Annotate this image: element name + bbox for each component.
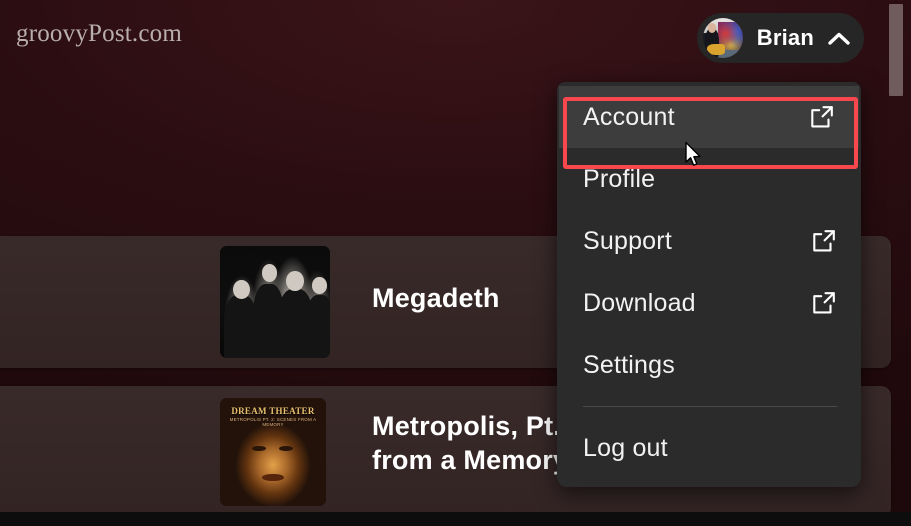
scrollbar-track[interactable] <box>889 0 911 526</box>
menu-item-support[interactable]: Support <box>557 210 861 272</box>
chevron-up-icon <box>828 32 850 45</box>
menu-item-label: Log out <box>583 433 668 462</box>
album-thumbnail <box>220 246 330 358</box>
external-link-icon <box>813 292 835 314</box>
account-name-label: Brian <box>756 25 814 50</box>
list-item-title: Megadeth <box>372 283 500 313</box>
menu-item-log-out[interactable]: Log out <box>557 417 861 479</box>
album-thumbnail: DREAM THEATER METROPOLIS PT. 2: SCENES F… <box>220 398 326 506</box>
cover-album-subtitle: METROPOLIS PT. 2: SCENES FROM A MEMORY <box>229 417 317 428</box>
cover-band-name: DREAM THEATER <box>231 405 315 416</box>
menu-item-download[interactable]: Download <box>557 272 861 334</box>
external-link-icon <box>813 230 835 252</box>
external-link-icon <box>811 106 833 128</box>
watermark: groovyPost.com <box>16 20 182 47</box>
account-dropdown-menu[interactable]: Account Profile Support Download Setting… <box>557 82 861 487</box>
menu-item-profile[interactable]: Profile <box>557 148 861 210</box>
menu-item-account[interactable]: Account <box>559 86 859 148</box>
menu-item-label: Support <box>583 226 672 255</box>
app-background: groovyPost.com Megadeth DREAM THEATER ME… <box>0 0 911 526</box>
menu-item-label: Account <box>583 102 675 131</box>
menu-item-label: Settings <box>583 350 675 379</box>
megadeth-band-photo <box>220 246 330 358</box>
menu-item-settings[interactable]: Settings <box>557 334 861 396</box>
menu-item-label: Download <box>583 288 696 317</box>
scrollbar-thumb[interactable] <box>889 4 903 96</box>
dream-theater-album-cover: DREAM THEATER METROPOLIS PT. 2: SCENES F… <box>220 398 326 506</box>
menu-item-label: Profile <box>583 164 656 193</box>
avatar <box>702 18 743 58</box>
account-menu-button[interactable]: Brian <box>696 13 864 63</box>
menu-divider <box>583 406 837 407</box>
